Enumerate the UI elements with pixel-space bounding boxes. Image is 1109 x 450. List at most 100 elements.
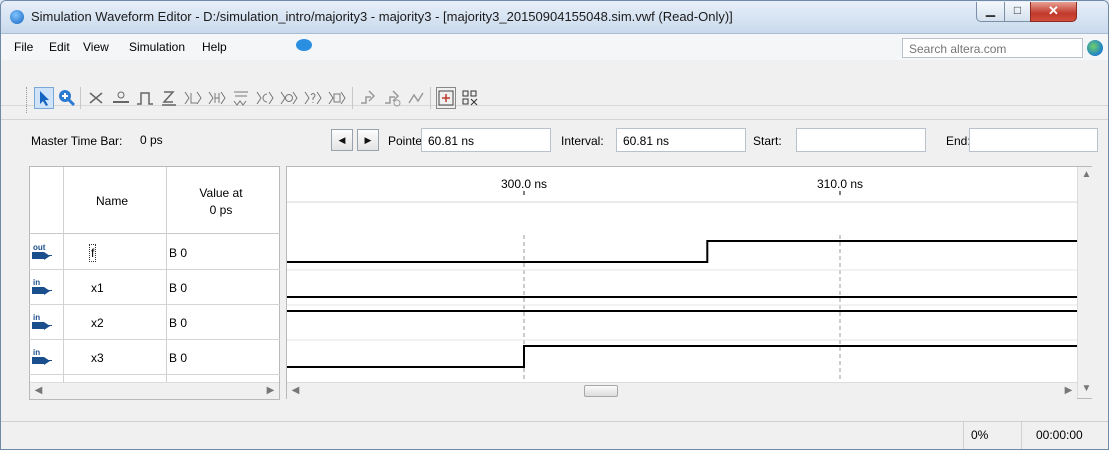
menu-edit[interactable]: Edit xyxy=(49,40,70,54)
waveform-f[interactable] xyxy=(287,240,1077,263)
weak-low-icon[interactable] xyxy=(183,87,203,109)
toolbar-grip[interactable] xyxy=(26,87,30,113)
end-input[interactable] xyxy=(974,131,1097,151)
search-field[interactable] xyxy=(902,38,1083,58)
signal-name[interactable]: x3 xyxy=(91,351,104,365)
signal-name[interactable]: x1 xyxy=(91,281,104,295)
pointer-field[interactable] xyxy=(421,128,551,152)
minimize-button[interactable]: ▁ xyxy=(976,2,1005,22)
signal-name[interactable]: f xyxy=(88,244,97,262)
signal-value: B 0 xyxy=(169,246,188,260)
signal-value: B 0 xyxy=(169,281,188,295)
arbitrary-value-icon[interactable] xyxy=(303,87,323,109)
menu-view[interactable]: View xyxy=(83,40,109,54)
weak-high-waveform-icon xyxy=(208,91,226,105)
signal-row-f[interactable]: out f B 0 xyxy=(29,235,280,270)
interval-input[interactable] xyxy=(621,131,745,151)
scroll-left-icon[interactable]: ◀ xyxy=(287,383,304,399)
time-tick-label: 310.0 ns xyxy=(817,177,863,191)
pin-direction: in xyxy=(33,313,41,322)
start-label: Start: xyxy=(753,134,782,148)
scroll-down-icon[interactable]: ▼ xyxy=(1078,381,1095,397)
column-header-value-line2[interactable]: 0 ps xyxy=(191,203,251,217)
master-time-bar-field[interactable] xyxy=(132,128,273,152)
master-time-bar-label: Master Time Bar: xyxy=(31,134,123,148)
high-icon xyxy=(137,92,153,105)
toolbar-separator xyxy=(352,87,353,109)
close-icon: ✕ xyxy=(1048,3,1059,18)
signal-row-x2[interactable]: in x2 B 0 xyxy=(29,305,280,340)
run-timing-simulation-icon[interactable] xyxy=(382,87,402,109)
title-bar[interactable]: Simulation Waveform Editor - D:/simulati… xyxy=(1,1,1108,34)
generate-netlist-icon[interactable] xyxy=(406,87,426,109)
magnifier-icon xyxy=(59,90,76,107)
menu-simulation[interactable]: Simulation xyxy=(129,40,185,54)
globe-icon[interactable] xyxy=(1087,40,1103,56)
waveform-x3[interactable] xyxy=(287,345,1077,368)
waveform-canvas[interactable]: 300.0 ns 310.0 ns xyxy=(287,167,1077,382)
run-functional-simulation-icon[interactable] xyxy=(358,87,378,109)
scroll-thumb[interactable] xyxy=(584,385,618,397)
column-header-value-line1[interactable]: Value at xyxy=(191,186,251,200)
scroll-up-icon[interactable]: ▲ xyxy=(1078,167,1095,183)
start-field[interactable] xyxy=(796,128,926,152)
menu-file[interactable]: File xyxy=(14,40,33,54)
simulation-waveform-editor-window: Simulation Waveform Editor - D:/simulati… xyxy=(0,0,1109,450)
grid-snap-icon xyxy=(438,90,454,106)
signal-row-x3[interactable]: in x3 B 0 xyxy=(29,340,280,375)
column-header-name[interactable]: Name xyxy=(96,194,128,208)
overwrite-clock-icon[interactable] xyxy=(279,87,299,109)
right-arrow-icon: ▶ xyxy=(364,135,372,145)
next-transition-button[interactable]: ▶ xyxy=(357,129,379,151)
invert-icon[interactable] xyxy=(231,87,251,109)
functional-sim-icon xyxy=(361,90,376,104)
waveform-vscrollbar[interactable]: ▲ ▼ xyxy=(1077,167,1094,398)
selection-tool-icon[interactable] xyxy=(34,87,54,109)
force-high-icon[interactable] xyxy=(135,87,155,109)
signal-list-hscrollbar[interactable]: ◀ ▶ xyxy=(30,382,279,399)
start-input[interactable] xyxy=(801,131,925,151)
app-icon xyxy=(10,10,24,24)
force-low-icon[interactable] xyxy=(111,87,131,109)
status-divider xyxy=(963,421,964,449)
status-progress: 0% xyxy=(971,428,989,442)
force-unknown-icon[interactable] xyxy=(87,87,107,109)
waveform-hscrollbar[interactable]: ◀ ▶ xyxy=(287,382,1077,399)
end-field[interactable] xyxy=(969,128,1098,152)
low-icon xyxy=(113,91,129,103)
toolbar-separator xyxy=(80,87,81,109)
maximize-button[interactable]: □ xyxy=(1004,2,1031,22)
pin-direction: out xyxy=(33,243,46,252)
random-value-icon[interactable] xyxy=(327,87,347,109)
master-time-bar-input[interactable] xyxy=(138,130,273,150)
signal-row-x1[interactable]: in x1 B 0 xyxy=(29,270,280,305)
weak-high-icon[interactable] xyxy=(207,87,227,109)
netlist-icon xyxy=(408,92,424,104)
scroll-right-icon[interactable]: ▶ xyxy=(1060,383,1077,399)
question-waveform-icon xyxy=(304,91,322,105)
snap-to-grid-icon[interactable] xyxy=(436,87,456,109)
interval-field[interactable] xyxy=(616,128,746,152)
unknown-icon xyxy=(89,92,103,104)
time-tick-label: 300.0 ns xyxy=(501,177,547,191)
group-icon[interactable] xyxy=(460,87,480,109)
scroll-right-icon[interactable]: ▶ xyxy=(262,383,279,399)
status-bar xyxy=(1,421,1108,449)
zoom-tool-icon[interactable] xyxy=(56,87,76,109)
signal-name[interactable]: x2 xyxy=(91,316,104,330)
timing-sim-icon xyxy=(385,90,401,107)
scroll-left-icon[interactable]: ◀ xyxy=(30,383,47,399)
signal-value: B 0 xyxy=(169,316,188,330)
prev-transition-button[interactable]: ◀ xyxy=(331,129,353,151)
pointer-input[interactable] xyxy=(426,131,550,151)
close-button[interactable]: ✕ xyxy=(1030,2,1077,22)
invert-waveform-icon xyxy=(233,91,248,106)
feedback-speech-icon[interactable] xyxy=(296,39,312,51)
menu-help[interactable]: Help xyxy=(202,40,227,54)
minimize-icon: ▁ xyxy=(985,3,996,17)
input-pin-icon: in xyxy=(32,348,52,366)
count-value-icon[interactable] xyxy=(255,87,275,109)
force-z-icon[interactable] xyxy=(159,87,179,109)
pin-direction: in xyxy=(33,348,41,357)
search-input[interactable] xyxy=(907,40,1061,58)
